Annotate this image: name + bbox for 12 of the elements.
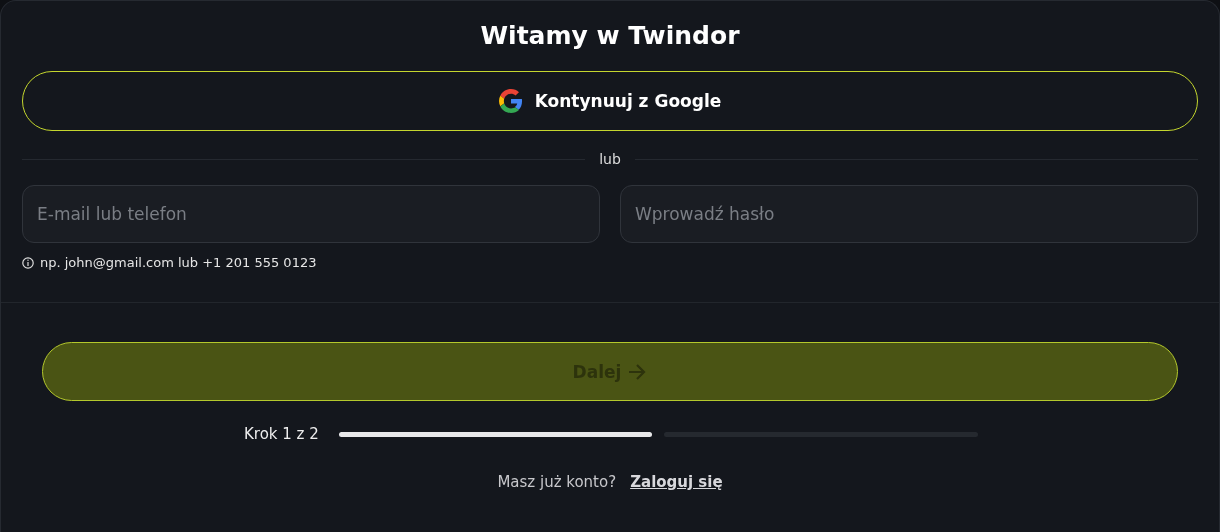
google-button[interactable]: Kontynuuj z Google (22, 71, 1198, 131)
info-icon (22, 256, 34, 269)
divider-label: lub (599, 151, 621, 167)
input-field[interactable]: Wprowadź hasło (620, 185, 1198, 243)
input-field[interactable]: E-mail lub telefon (22, 185, 600, 243)
login-link[interactable]: Zaloguj się (630, 473, 723, 491)
arrow-right-icon (627, 362, 648, 381)
google-icon (498, 89, 523, 113)
page-title: Witamy w Twindor (479, 20, 741, 52)
step-label: Krok 1 z 2 (244, 425, 319, 443)
hint-text: np. john@gmail.com lub +1 201 555 0123 (40, 255, 317, 270)
account-question: Masz już konto? (497, 473, 617, 491)
